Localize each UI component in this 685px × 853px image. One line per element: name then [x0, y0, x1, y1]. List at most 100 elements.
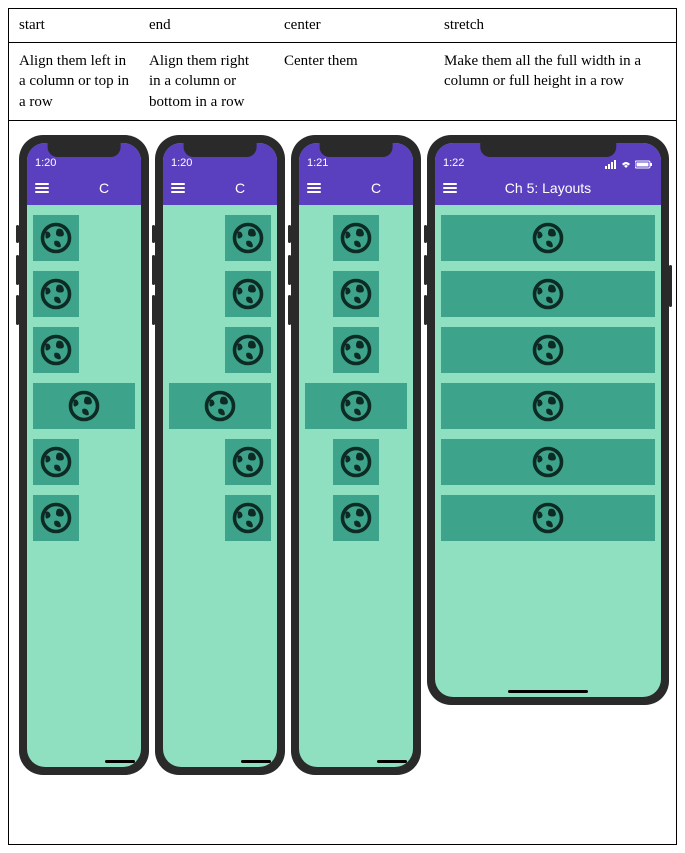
globe-icon: [230, 500, 266, 536]
layout-tile: [441, 327, 655, 373]
layout-tile: [441, 215, 655, 261]
layout-tile: [333, 439, 379, 485]
layout-tile: [33, 495, 79, 541]
globe-icon: [338, 276, 374, 312]
globe-icon: [38, 220, 74, 256]
app-title: Ch 5: Layouts: [467, 180, 629, 196]
description-row: Align them left in a column or top in a …: [9, 43, 676, 121]
layout-tile: [441, 439, 655, 485]
home-indicator: [508, 690, 588, 693]
layout-tile: [333, 215, 379, 261]
phone-screen: 1:20 C: [163, 143, 277, 767]
header-start: start: [9, 9, 139, 42]
layout-tile: [225, 271, 271, 317]
content-end: [163, 205, 277, 767]
menu-icon[interactable]: [171, 183, 185, 193]
globe-icon: [530, 276, 566, 312]
menu-icon[interactable]: [443, 183, 457, 193]
layout-tile: [333, 271, 379, 317]
side-button: [288, 255, 291, 285]
globe-icon: [202, 388, 238, 424]
phone-stretch: 1:22 Ch 5: Layouts: [427, 135, 669, 705]
phone-end: 1:20 C: [155, 135, 285, 775]
layout-tile: [225, 327, 271, 373]
layout-tile: [33, 271, 79, 317]
phone-start: 1:20 C: [19, 135, 149, 775]
phone-notch: [48, 143, 121, 157]
home-indicator: [241, 760, 271, 763]
layout-tile: [441, 383, 655, 429]
globe-icon: [38, 444, 74, 480]
app-bar: C: [163, 171, 277, 205]
comparison-table: start end center stretch Align them left…: [8, 8, 677, 845]
phone-screen: 1:22 Ch 5: Layouts: [435, 143, 661, 697]
globe-icon: [230, 332, 266, 368]
layout-tile: [169, 383, 271, 429]
layout-tile: [225, 215, 271, 261]
globe-icon: [530, 444, 566, 480]
app-bar: Ch 5: Layouts: [435, 171, 661, 205]
content-stretch: [435, 205, 661, 697]
header-end: end: [139, 9, 274, 42]
app-title: C: [195, 180, 269, 196]
side-button: [16, 295, 19, 325]
side-button: [16, 255, 19, 285]
globe-icon: [530, 388, 566, 424]
globe-icon: [38, 276, 74, 312]
app-bar: C: [27, 171, 141, 205]
status-time: 1:20: [171, 157, 192, 169]
globe-icon: [230, 444, 266, 480]
side-button: [424, 225, 427, 243]
wifi-icon: [620, 160, 632, 169]
header-row: start end center stretch: [9, 9, 676, 43]
home-indicator: [377, 760, 407, 763]
layout-tile: [225, 495, 271, 541]
menu-icon[interactable]: [307, 183, 321, 193]
layout-tile: [333, 327, 379, 373]
globe-icon: [338, 500, 374, 536]
status-time: 1:21: [307, 157, 328, 169]
globe-icon: [338, 388, 374, 424]
globe-icon: [230, 276, 266, 312]
phone-notch: [480, 143, 616, 157]
side-button: [288, 225, 291, 243]
side-button: [424, 255, 427, 285]
globe-icon: [230, 220, 266, 256]
home-indicator: [105, 760, 135, 763]
content-center: [299, 205, 413, 767]
app-title: C: [59, 180, 133, 196]
layout-tile: [441, 271, 655, 317]
globe-icon: [66, 388, 102, 424]
globe-icon: [338, 220, 374, 256]
desc-stretch: Make them all the full width in a column…: [434, 43, 676, 120]
layout-tile: [441, 495, 655, 541]
status-time: 1:20: [35, 157, 56, 169]
phone-notch: [184, 143, 257, 157]
menu-icon[interactable]: [35, 183, 49, 193]
side-button: [669, 265, 672, 307]
globe-icon: [530, 500, 566, 536]
layout-tile: [333, 495, 379, 541]
side-button: [424, 295, 427, 325]
status-time: 1:22: [443, 157, 464, 169]
globe-icon: [338, 444, 374, 480]
layout-tile: [33, 327, 79, 373]
header-stretch: stretch: [434, 9, 676, 42]
desc-start: Align them left in a column or top in a …: [9, 43, 139, 120]
status-icons: [605, 160, 653, 169]
globe-icon: [38, 500, 74, 536]
side-button: [288, 295, 291, 325]
phone-screen: 1:21 C: [299, 143, 413, 767]
layout-tile: [33, 439, 79, 485]
app-bar: C: [299, 171, 413, 205]
phones-row: 1:20 C 1:20: [9, 121, 676, 844]
globe-icon: [338, 332, 374, 368]
layout-tile: [305, 383, 407, 429]
desc-center: Center them: [274, 43, 434, 120]
globe-icon: [530, 332, 566, 368]
signal-icon: [605, 160, 617, 169]
layout-tile: [225, 439, 271, 485]
layout-tile: [33, 383, 135, 429]
layout-tile: [33, 215, 79, 261]
side-button: [152, 295, 155, 325]
